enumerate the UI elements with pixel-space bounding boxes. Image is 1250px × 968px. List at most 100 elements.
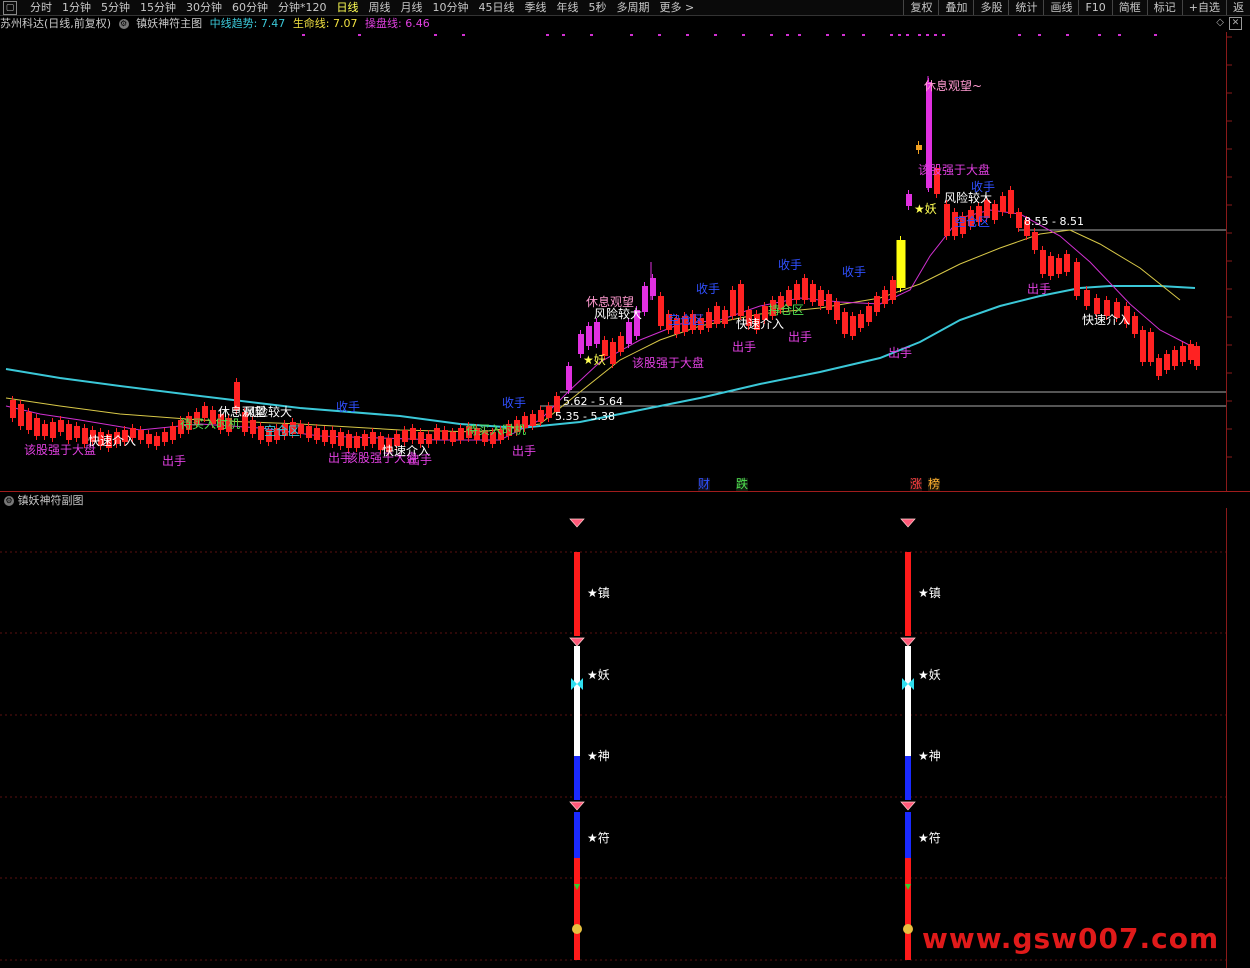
signal-dot-23 [934, 34, 937, 36]
signal-dot-30 [1154, 34, 1157, 36]
sub-label-yao-1: ★妖 [587, 668, 610, 682]
label-collect-1: 收手 [336, 400, 361, 414]
candle-body-76 [626, 322, 632, 344]
signal-dot-10 [714, 34, 717, 36]
label-sell-3: 出手 [408, 453, 433, 467]
label-stronger-3: 该股强于大盘 [24, 443, 97, 457]
candle-body-88 [722, 310, 728, 324]
candle-body-98 [802, 278, 808, 300]
sub-settings-gear-icon[interactable]: ⚙ [4, 496, 14, 506]
candle-body-16 [138, 430, 144, 440]
sub-col-1-red-bottom [574, 858, 580, 960]
candle-body-137 [1132, 316, 1138, 334]
label-demon-2: ★妖 [914, 202, 937, 216]
sub-label-fu-1: ★符 [587, 831, 610, 845]
watermark: www.gsw007.com [922, 922, 1220, 955]
candle-body-115 [944, 204, 950, 236]
kline-chart[interactable] [0, 0, 1250, 968]
label-sell-2: 出手 [328, 451, 353, 465]
signal-dot-8 [658, 34, 661, 36]
candle-body-44 [362, 434, 368, 446]
sub-col-1-gem-0 [569, 518, 585, 528]
sub-col-1-blue-1 [574, 756, 580, 800]
sub-col-1-red-top [574, 552, 580, 636]
candle-body-6 [58, 420, 64, 432]
candle-body-53 [434, 428, 440, 440]
label-collect-5: 收手 [842, 265, 867, 279]
label-zhang: 涨 [910, 477, 923, 491]
label-sell-6: 出手 [788, 330, 813, 344]
candle-body-51 [418, 432, 424, 444]
sub-col-1-gem-2 [569, 801, 585, 811]
label-collect-3: 收手 [696, 282, 721, 296]
sub-indicator-name[interactable]: 镇妖神符副图 [18, 494, 84, 507]
sub-label-shen-2: ★神 [918, 749, 941, 763]
signal-dot-7 [630, 34, 633, 36]
candle-body-72 [594, 322, 600, 344]
sub-panel-title: ⚙ 镇妖神符副图 [4, 494, 84, 508]
label-wait-entry-1: 待买入时机 [180, 417, 241, 431]
candle-body-40 [330, 430, 336, 444]
candle-body-139 [1148, 332, 1154, 362]
signal-dot-17 [862, 34, 865, 36]
signal-dot-29 [1118, 34, 1121, 36]
signal-dot-3 [462, 34, 465, 36]
candle-body-112 [916, 145, 922, 150]
candle-body-67 [546, 406, 552, 418]
signal-dot-1 [358, 34, 361, 36]
candle-body-143 [1180, 346, 1186, 362]
sub-label-shen-1: ★神 [587, 749, 610, 763]
sub-label-yao-2: ★妖 [918, 668, 941, 682]
candle-body-109 [890, 280, 896, 300]
label-demon-1: ★妖 [583, 353, 606, 367]
candle-body-89 [730, 290, 736, 316]
candle-body-87 [714, 306, 720, 324]
candle-body-66 [538, 410, 544, 422]
candle-body-50 [410, 428, 416, 440]
candle-body-102 [834, 302, 840, 320]
sub-label-fu-2: ★符 [918, 831, 941, 845]
signal-dot-14 [798, 34, 801, 36]
candle-body-39 [322, 430, 328, 442]
candle-body-42 [346, 434, 352, 448]
signal-dot-5 [562, 34, 565, 36]
sub-col-1-coin [572, 924, 582, 934]
label-quick-entry-2: 快速介入 [88, 434, 137, 448]
label-rest-watch-2: 休息观望~ [924, 79, 983, 93]
sub-label-zhen-2: ★镇 [918, 586, 941, 600]
candle-body-110 [896, 240, 906, 288]
label-quick-entry-4: 快速介入 [736, 317, 785, 331]
label-sell-7: 出手 [888, 346, 913, 360]
candle-body-8 [74, 426, 80, 438]
signal-dot-11 [742, 34, 745, 36]
sub-col-2-gem-2 [900, 801, 916, 811]
candle-body-144 [1188, 344, 1194, 360]
candle-body-106 [866, 306, 872, 322]
signal-dot-28 [1098, 34, 1101, 36]
candle-body-140 [1156, 358, 1162, 376]
candle-body-127 [1040, 250, 1046, 274]
label-empty-zone-3: 空仓区 [264, 424, 301, 438]
candle-body-37 [306, 426, 312, 438]
candle-body-7 [66, 424, 72, 440]
candle-body-122 [1000, 196, 1006, 212]
label-high-risk-1: 风险较大 [594, 307, 643, 321]
label-cai: 财 [698, 477, 711, 491]
candle-body-128 [1048, 256, 1054, 276]
label-stronger-1: 该股强于大盘 [632, 356, 705, 370]
candle-body-138 [1140, 330, 1146, 362]
candle-body-17 [146, 434, 152, 444]
signal-dot-20 [906, 34, 909, 36]
candle-body-108 [882, 290, 888, 304]
signal-dot-13 [786, 34, 789, 36]
signal-dot-26 [1038, 34, 1041, 36]
signal-dot-0 [302, 34, 305, 36]
candle-body-123 [1008, 190, 1014, 214]
label-sell-8: 出手 [1027, 282, 1052, 296]
signal-dot-12 [770, 34, 773, 36]
label-collect-2: 收手 [502, 396, 527, 410]
label-hold-zone: 持仓区 [768, 303, 805, 317]
label-collect-6: 收手 [971, 180, 996, 194]
label-stronger-2: 该股强于大盘 [918, 163, 991, 177]
signal-dot-16 [842, 34, 845, 36]
